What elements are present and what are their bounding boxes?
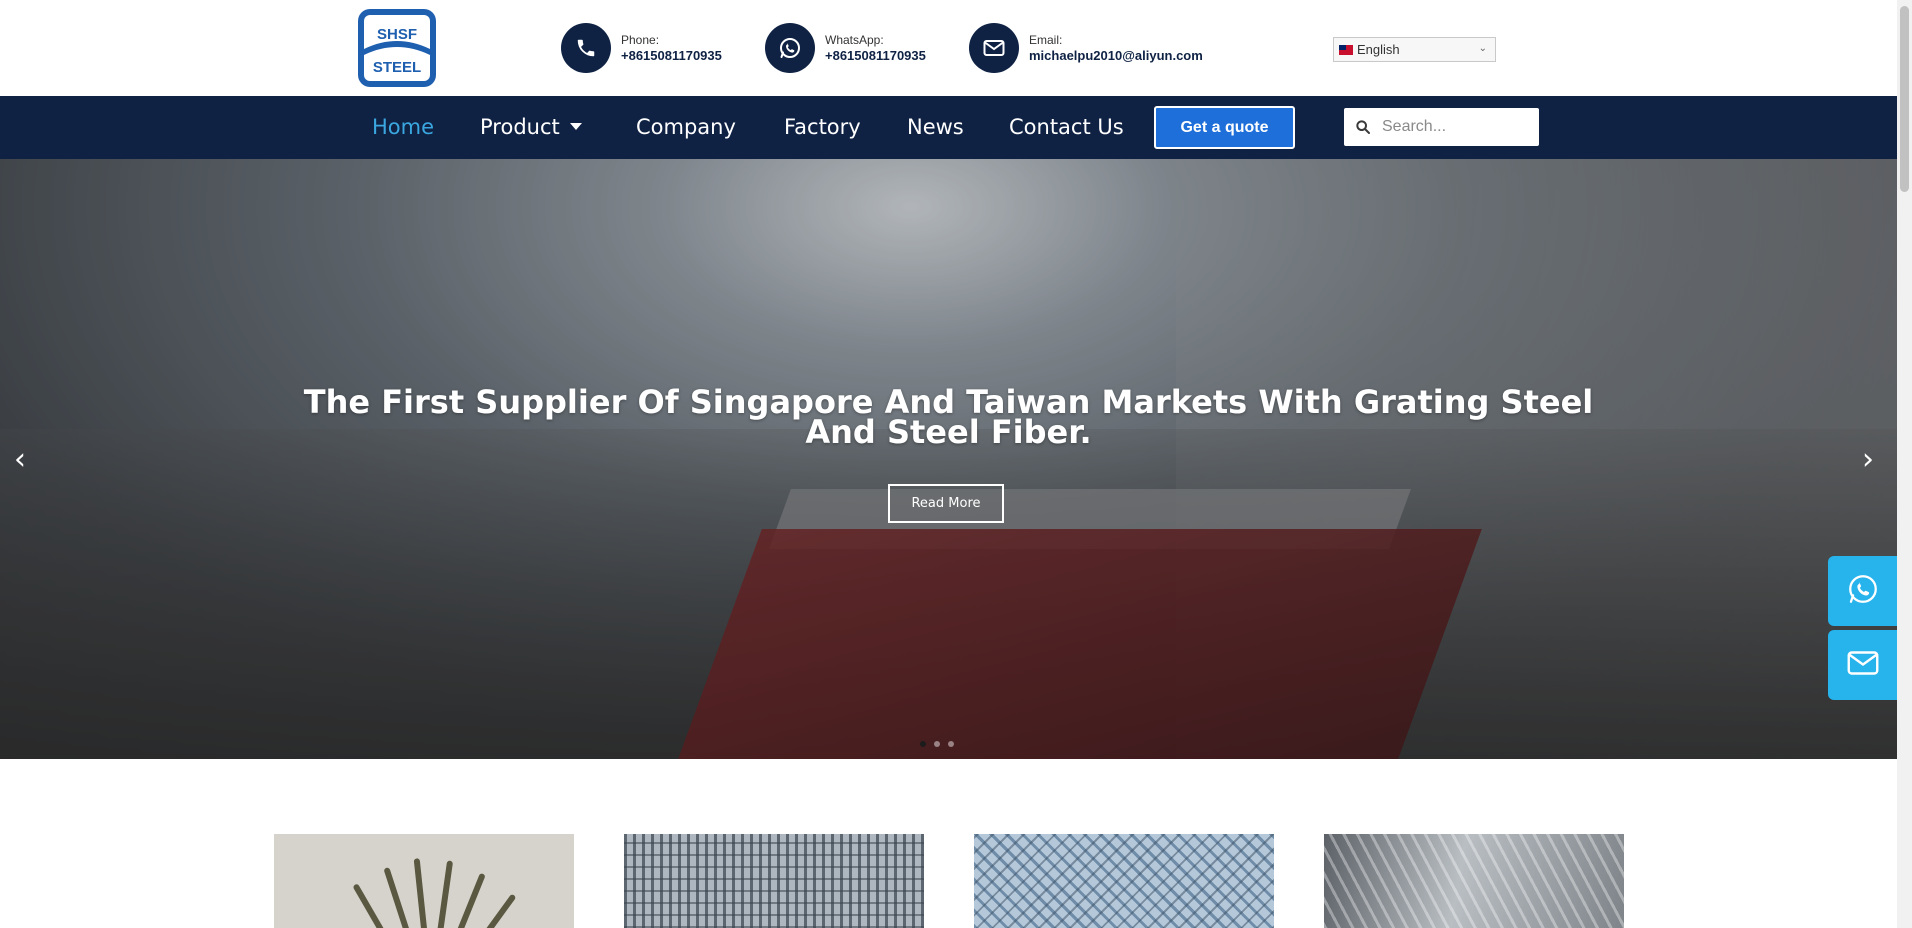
phone-label: Phone: xyxy=(621,32,660,47)
product-image-steel-tubes[interactable] xyxy=(1324,834,1624,928)
mail-icon xyxy=(969,23,1019,73)
slider-dots xyxy=(920,741,954,747)
nav-product-label: Product xyxy=(480,115,560,139)
slider-dot-3[interactable] xyxy=(948,741,954,747)
nav-company[interactable]: Company xyxy=(636,96,736,159)
product-image-expanded-metal-mesh[interactable] xyxy=(974,834,1274,928)
main-nav: Home Product Company Factory News Contac… xyxy=(0,96,1897,159)
hero-slider: The First Supplier Of Singapore And Taiw… xyxy=(0,159,1897,759)
search-box xyxy=(1344,108,1539,146)
shsf-steel-logo[interactable]: SHSF STEEL xyxy=(358,9,436,87)
search-icon[interactable] xyxy=(1344,119,1382,135)
contact-phone[interactable]: Phone: +8615081170935 xyxy=(561,23,722,73)
email-address[interactable]: michaelpu2010@aliyun.com xyxy=(1029,48,1203,64)
contact-whatsapp[interactable]: WhatsApp: +8615081170935 xyxy=(765,23,926,73)
chevron-down-icon: ⌄ xyxy=(1478,43,1487,54)
get-a-quote-button[interactable]: Get a quote xyxy=(1154,106,1295,149)
mail-icon xyxy=(1845,645,1881,686)
nav-product[interactable]: Product xyxy=(480,96,582,159)
phone-number[interactable]: +8615081170935 xyxy=(621,48,722,64)
top-header: SHSF STEEL Phone: +8615081170935 WhatsAp… xyxy=(0,0,1897,96)
slider-prev-arrow[interactable]: ‹ xyxy=(14,442,26,477)
whatsapp-label: WhatsApp: xyxy=(825,32,884,47)
whatsapp-icon xyxy=(1846,572,1880,611)
steel-fiber-rod xyxy=(413,858,428,928)
product-image-steel-grating[interactable] xyxy=(624,834,924,928)
nav-home[interactable]: Home xyxy=(372,96,434,159)
whatsapp-number[interactable]: +8615081170935 xyxy=(825,48,926,64)
steel-fiber-rod xyxy=(436,860,454,928)
caret-down-icon xyxy=(569,122,582,130)
scrollbar-thumb[interactable] xyxy=(1900,6,1909,192)
slider-dot-1[interactable] xyxy=(920,741,926,747)
steel-fiber-rod xyxy=(450,872,486,928)
contact-email[interactable]: Email: michaelpu2010@aliyun.com xyxy=(969,23,1203,73)
floating-whatsapp-button[interactable] xyxy=(1828,556,1898,626)
hero-title: The First Supplier Of Singapore And Taiw… xyxy=(0,386,1897,451)
nav-contact-us[interactable]: Contact Us xyxy=(1009,96,1124,159)
read-more-button[interactable]: Read More xyxy=(888,484,1004,523)
language-select[interactable]: English ⌄ xyxy=(1333,37,1496,62)
steel-fiber-rod xyxy=(383,866,414,928)
search-input[interactable] xyxy=(1382,118,1532,136)
page-scrollbar[interactable] xyxy=(1897,0,1912,928)
svg-text:SHSF: SHSF xyxy=(377,26,417,43)
slider-dot-2[interactable] xyxy=(934,741,940,747)
uk-flag-icon xyxy=(1339,44,1353,55)
slider-next-arrow[interactable]: › xyxy=(1862,442,1874,477)
floating-email-button[interactable] xyxy=(1828,630,1898,700)
svg-text:STEEL: STEEL xyxy=(373,59,421,76)
nav-factory[interactable]: Factory xyxy=(784,96,861,159)
language-label: English xyxy=(1357,42,1400,57)
hero-title-line-2: And Steel Fiber. xyxy=(805,413,1092,451)
hero-overlay xyxy=(0,159,1897,759)
whatsapp-icon xyxy=(765,23,815,73)
phone-icon xyxy=(561,23,611,73)
product-image-steel-fiber[interactable] xyxy=(274,834,574,928)
nav-news[interactable]: News xyxy=(907,96,964,159)
email-label: Email: xyxy=(1029,32,1063,47)
